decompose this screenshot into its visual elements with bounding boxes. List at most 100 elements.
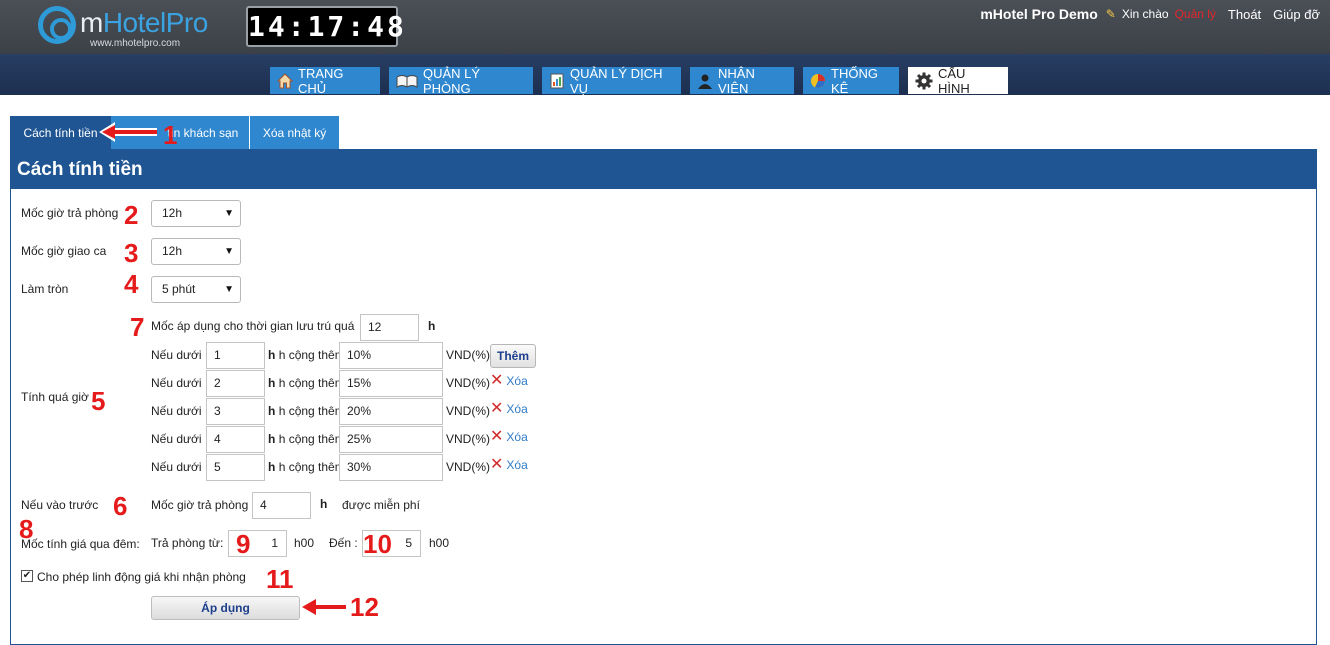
select-value: 5 phút	[162, 282, 196, 296]
early-mid-label: Mốc giờ trả phòng	[151, 498, 249, 512]
percent-input[interactable]: 25%	[339, 426, 443, 453]
document-icon	[549, 73, 565, 89]
checkout-time-select[interactable]: 12h ▼	[151, 200, 241, 227]
tab-xoa-nhat-ky[interactable]: Xóa nhật ký	[250, 116, 339, 149]
shift-time-select[interactable]: 12h ▼	[151, 238, 241, 265]
apply-button[interactable]: Áp dụng	[151, 596, 300, 620]
delete-label: Xóa	[506, 402, 528, 416]
rounding-label: Làm tròn	[21, 282, 69, 296]
delete-x-icon: ✕	[490, 456, 504, 473]
row-prefix: Nếu dưới	[151, 404, 202, 418]
hours-input[interactable]: 5	[206, 454, 265, 481]
nav-cau-hinh[interactable]: CẤU HÌNH	[908, 65, 1008, 96]
brand-name: mHotel Pro Demo	[980, 6, 1098, 22]
tab-cach-tinh-tien[interactable]: Cách tính tiền	[10, 116, 111, 149]
gear-icon	[915, 72, 933, 90]
user-name-link[interactable]: Quản lý	[1175, 7, 1216, 21]
clock-time: 14:17:48	[248, 10, 407, 43]
early-label: Nếu vào trước	[21, 498, 99, 512]
rounding-select[interactable]: 5 phút ▼	[151, 276, 241, 303]
early-unit: h	[320, 497, 328, 511]
nav-nhan-vien[interactable]: NHÂN VIÊN	[690, 65, 794, 96]
percent-input[interactable]: 10%	[339, 342, 443, 369]
annotation-number: 1	[163, 120, 178, 150]
logo-ring-icon	[38, 6, 76, 44]
nav-trang-chu[interactable]: TRANG CHỦ	[270, 65, 380, 96]
night-to-label: Đến :	[329, 536, 358, 550]
annotation-number: 5	[91, 386, 106, 416]
tab-label: tin khách sạn	[167, 125, 239, 140]
row-mid: h h cộng thêm	[268, 460, 345, 474]
checkout-time-label: Mốc giờ trả phòng	[21, 206, 119, 220]
overtime-label: Tính quá giờ	[21, 390, 89, 404]
logo-url: www.mhotelpro.com	[90, 38, 181, 49]
hours-input[interactable]: 1	[206, 342, 265, 369]
percent-input[interactable]: 15%	[339, 370, 443, 397]
nav-quan-ly-phong[interactable]: QUẢN LÝ PHÒNG	[389, 65, 533, 96]
overnight-label: Mốc tính giá qua đêm:	[21, 537, 140, 551]
user-menu: mHotel Pro Demo ✎ Xin chào Quản lý Thoát…	[980, 5, 1320, 23]
digital-clock: 14:17:48	[246, 6, 407, 47]
annotation-number: 6	[113, 491, 128, 521]
row-prefix: Nếu dưới	[151, 348, 202, 362]
row-mid: h h cộng thêm	[268, 432, 345, 446]
delete-x-icon: ✕	[490, 400, 504, 417]
early-hours-input[interactable]: 4	[252, 492, 311, 519]
hours-input[interactable]: 2	[206, 370, 265, 397]
dropdown-arrow-icon: ▼	[224, 246, 234, 257]
annotation-number: 3	[124, 238, 139, 268]
shift-time-label: Mốc giờ giao ca	[21, 244, 107, 258]
nav-label: NHÂN VIÊN	[718, 65, 755, 96]
delete-row-button[interactable]: ✕ Xóa	[490, 372, 528, 389]
delete-label: Xóa	[506, 458, 528, 472]
annotation-number: 2	[124, 200, 139, 230]
nav-label: QUẢN LÝ PHÒNG	[423, 65, 481, 96]
hours-input[interactable]: 4	[206, 426, 265, 453]
threshold-unit: h	[428, 319, 436, 333]
row-suffix: VND(%)	[446, 376, 490, 390]
annotation-number: 9	[236, 529, 251, 559]
nav-label: QUẢN LÝ DỊCH VỤ	[570, 65, 663, 96]
panel-title: Cách tính tiền	[11, 151, 1316, 189]
book-icon	[396, 73, 418, 89]
logo-text-m: m	[80, 7, 103, 38]
nav-quan-ly-dich-vu[interactable]: QUẢN LÝ DỊCH VỤ	[542, 65, 681, 96]
nav-label: CẤU HÌNH	[938, 65, 970, 96]
row-suffix: VND(%)	[446, 460, 490, 474]
app-header: mHotelPro www.mhotelpro.com 14:17:48 mHo…	[0, 0, 1330, 54]
pie-chart-icon	[810, 73, 826, 89]
row-suffix: VND(%)	[446, 432, 490, 446]
home-icon	[276, 72, 294, 89]
row-prefix: Nếu dưới	[151, 460, 202, 474]
flex-price-checkbox[interactable]: ✔	[21, 570, 33, 582]
delete-x-icon: ✕	[490, 372, 504, 389]
percent-input[interactable]: 30%	[339, 454, 443, 481]
threshold-input[interactable]: 12	[360, 314, 419, 341]
delete-row-button[interactable]: ✕ Xóa	[490, 429, 528, 445]
annotation-number: 11	[266, 564, 294, 594]
key-icon: ✎	[1105, 7, 1116, 21]
delete-row-button[interactable]: ✕ Xóa	[490, 456, 528, 473]
row-suffix: VND(%)	[446, 348, 490, 362]
nav-thong-ke[interactable]: THỐNG KÊ	[803, 65, 899, 96]
hours-input[interactable]: 3	[206, 398, 265, 425]
annotation-arrow-icon	[302, 599, 346, 615]
night-to-unit: h00	[429, 536, 450, 550]
logout-link[interactable]: Thoát	[1228, 7, 1261, 22]
delete-row-button[interactable]: ✕ Xóa	[490, 400, 528, 417]
night-from-label: Trả phòng từ:	[151, 536, 224, 550]
threshold-label: Mốc áp dụng cho thời gian lưu trú quá	[151, 319, 355, 333]
row-mid: h h cộng thêm	[268, 348, 345, 362]
greeting-text: Xin chào	[1121, 7, 1169, 21]
help-link[interactable]: Giúp đỡ	[1273, 7, 1320, 22]
mhotelpro-logo[interactable]: mHotelPro www.mhotelpro.com	[38, 6, 228, 50]
main-nav: TRANG CHỦ QUẢN LÝ PHÒNG QUẢN LÝ DỊCH VỤ …	[0, 54, 1330, 96]
percent-input[interactable]: 20%	[339, 398, 443, 425]
night-from-unit: h00	[294, 536, 315, 550]
annotation-number: 8	[19, 514, 34, 544]
add-row-button[interactable]: Thêm	[490, 344, 536, 368]
row-prefix: Nếu dưới	[151, 432, 202, 446]
row-prefix: Nếu dưới	[151, 376, 202, 390]
nav-label: TRANG CHỦ	[298, 65, 344, 96]
nav-label: THỐNG KÊ	[831, 65, 878, 96]
